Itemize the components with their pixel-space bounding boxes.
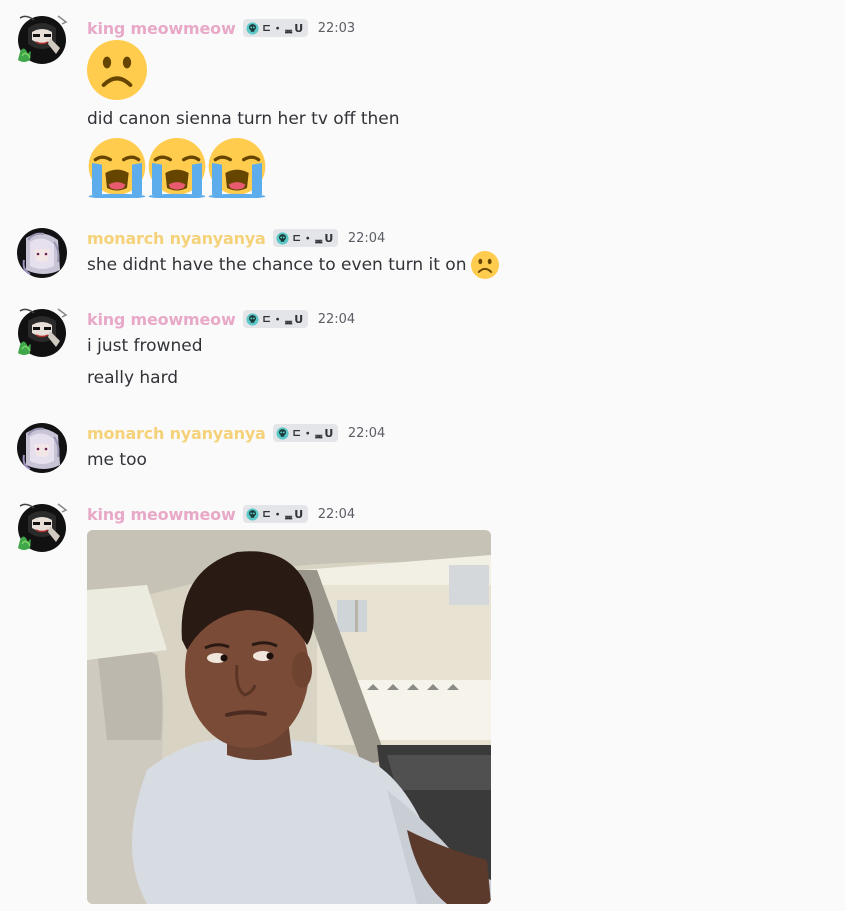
timestamp: 22:04 — [347, 230, 386, 246]
avatar[interactable] — [14, 14, 68, 68]
message-group: king meowmeow ㄷ・ᆴU 22:04 i just frowned … — [0, 307, 845, 397]
username[interactable]: monarch nyanyanya — [87, 424, 266, 443]
avatar[interactable] — [14, 502, 68, 556]
king-avatar-icon — [14, 502, 68, 556]
timestamp: 22:04 — [317, 506, 356, 522]
avatar[interactable] — [14, 226, 68, 280]
username[interactable]: king meowmeow — [87, 19, 236, 38]
server-tag-badge[interactable]: ㄷ・ᆴU — [272, 229, 338, 247]
message-header: king meowmeow ㄷ・ᆴU 22:03 — [87, 17, 355, 39]
timestamp: 22:04 — [317, 311, 356, 327]
monarch-avatar-icon — [14, 421, 68, 475]
message-text: me too — [87, 450, 147, 470]
message-group: monarch nyanyanya ㄷ・ᆴU 22:04 she didnt h… — [0, 226, 845, 286]
message-group: king meowmeow ㄷ・ᆴU 22:04 — [0, 502, 845, 907]
message-group: king meowmeow ㄷ・ᆴU 22:03 did canon sienn… — [0, 14, 845, 204]
gif-attachment[interactable] — [87, 530, 491, 904]
message-header: king meowmeow ㄷ・ᆴU 22:04 — [87, 503, 355, 525]
server-tag-badge[interactable]: ㄷ・ᆴU — [242, 505, 308, 523]
message-line: she didnt have the chance to even turn i… — [87, 251, 499, 279]
chat-messages: king meowmeow ㄷ・ᆴU 22:03 did canon sienn… — [0, 0, 845, 911]
username[interactable]: king meowmeow — [87, 310, 236, 329]
message-text: did canon sienna turn her tv off then — [87, 109, 400, 129]
username[interactable]: monarch nyanyanya — [87, 229, 266, 248]
skull-icon — [246, 22, 259, 35]
loudly-crying-face-emoji-icon[interactable] — [87, 138, 147, 198]
emoji-line — [87, 40, 147, 100]
username[interactable]: king meowmeow — [87, 505, 236, 524]
message-header: monarch nyanyanya ㄷ・ᆴU 22:04 — [87, 422, 385, 444]
message-text: really hard — [87, 368, 179, 388]
server-tag-badge[interactable]: ㄷ・ᆴU — [242, 19, 308, 37]
server-tag-text: ㄷ・ᆴU — [291, 427, 334, 440]
skull-icon — [276, 232, 289, 245]
server-tag-text: ㄷ・ᆴU — [291, 232, 334, 245]
skull-icon — [246, 313, 259, 326]
server-tag-badge[interactable]: ㄷ・ᆴU — [242, 310, 308, 328]
loudly-crying-face-emoji-icon[interactable] — [207, 138, 267, 198]
message-header: monarch nyanyanya ㄷ・ᆴU 22:04 — [87, 227, 385, 249]
message-group: monarch nyanyanya ㄷ・ᆴU 22:04 me too — [0, 421, 845, 477]
skull-icon — [276, 427, 289, 440]
emoji-line — [87, 138, 267, 198]
server-tag-text: ㄷ・ᆴU — [261, 508, 304, 521]
avatar[interactable] — [14, 307, 68, 361]
message-header: king meowmeow ㄷ・ᆴU 22:04 — [87, 308, 355, 330]
message-text: i just frowned — [87, 336, 203, 356]
king-avatar-icon — [14, 307, 68, 361]
timestamp: 22:04 — [347, 425, 386, 441]
loudly-crying-face-emoji-icon[interactable] — [147, 138, 207, 198]
server-tag-text: ㄷ・ᆴU — [261, 313, 304, 326]
monarch-avatar-icon — [14, 226, 68, 280]
frowning-face-emoji-icon[interactable] — [87, 40, 147, 100]
gif-image — [87, 530, 491, 904]
timestamp: 22:03 — [317, 20, 356, 36]
server-tag-badge[interactable]: ㄷ・ᆴU — [272, 424, 338, 442]
server-tag-text: ㄷ・ᆴU — [261, 22, 304, 35]
message-text: she didnt have the chance to even turn i… — [87, 255, 467, 275]
skull-icon — [246, 508, 259, 521]
avatar[interactable] — [14, 421, 68, 475]
king-avatar-icon — [14, 14, 68, 68]
frowning-face-emoji-icon[interactable] — [471, 251, 499, 279]
